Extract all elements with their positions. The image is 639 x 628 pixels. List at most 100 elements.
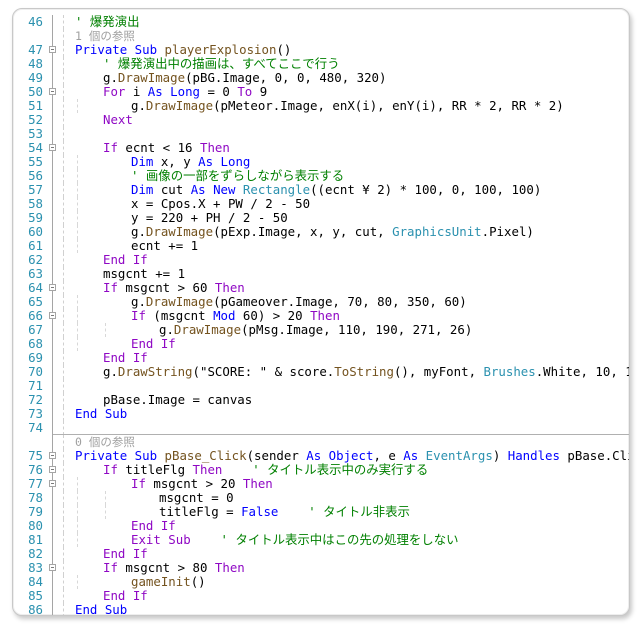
code-text: g.DrawImage(pBG.Image, 0, 0, 480, 320) <box>103 71 386 85</box>
fold-guide-line <box>52 29 53 43</box>
code-token: i <box>125 84 148 99</box>
code-line: 78 msgcnt = 0 <box>13 491 629 505</box>
gutter-margin-divider <box>63 575 64 589</box>
gutter-margin-divider <box>63 421 64 435</box>
codelens-reference-count[interactable]: 1 個の参照 <box>13 29 629 43</box>
type-name-token: Brushes <box>483 364 536 379</box>
code-line: 75 Private Sub pBase_Click(sender As Obje… <box>13 449 629 463</box>
codelens-text[interactable]: 0 個の参照 <box>75 435 135 449</box>
fold-guide-line <box>52 225 53 239</box>
code-line: 76 If titleFlg Then ' タイトル表示中のみ実行する <box>13 463 629 477</box>
indent-guide <box>77 225 78 239</box>
function-name-token: DrawImage <box>145 98 214 113</box>
line-number: 61 <box>28 238 43 253</box>
code-text: For i As Long = 0 To 9 <box>103 85 267 99</box>
control-keyword-token: Next <box>103 112 133 127</box>
collapse-toggle-icon[interactable] <box>49 88 56 95</box>
collapse-toggle-icon[interactable] <box>49 452 56 459</box>
gutter-margin-divider <box>63 309 64 323</box>
line-number: 58 <box>28 196 43 211</box>
collapse-toggle-icon[interactable] <box>49 480 56 487</box>
indent-guide <box>105 505 106 519</box>
code-line: 74 <box>13 421 629 435</box>
control-keyword-token: Then <box>192 462 223 477</box>
code-line: 51 g.DrawImage(pMeteor.Image, enX(i), enY… <box>13 99 629 113</box>
indent-guide <box>77 155 78 169</box>
collapse-toggle-icon[interactable] <box>49 564 56 571</box>
fold-guide-line <box>52 407 53 421</box>
indent-guide <box>77 477 78 491</box>
code-line: 46 ' 爆発演出 <box>13 15 629 29</box>
control-keyword-token: End If <box>103 546 148 561</box>
fold-guide-line <box>52 267 53 281</box>
code-token: (pExp.Image, x, y, cut, <box>213 224 393 239</box>
fold-guide-line <box>52 323 53 337</box>
code-text: End If <box>131 519 176 533</box>
code-token: (pGameover.Image, 70, 80, 350, 60) <box>213 294 467 309</box>
code-text: ' 爆発演出 <box>75 15 139 29</box>
collapse-toggle-icon[interactable] <box>49 312 56 319</box>
code-text: End If <box>131 337 176 351</box>
function-name-token: playerExplosion <box>164 42 277 57</box>
collapse-toggle-icon[interactable] <box>49 284 56 291</box>
collapse-toggle-icon[interactable] <box>49 144 56 151</box>
line-number: 82 <box>28 546 43 561</box>
fold-guide-line <box>52 113 53 127</box>
code-text: msgcnt += 1 <box>103 267 185 281</box>
collapse-toggle-icon[interactable] <box>49 46 56 53</box>
control-keyword-token: For <box>103 84 126 99</box>
gutter-margin-divider <box>63 379 64 393</box>
gutter-margin-divider <box>63 365 64 379</box>
code-line: 73 End Sub <box>13 407 629 421</box>
fold-guide-line <box>52 603 53 615</box>
code-token: msgcnt > 20 <box>145 476 243 491</box>
codelens-reference-count[interactable]: 0 個の参照 <box>13 435 629 449</box>
code-token: titleFlg <box>117 462 193 477</box>
code-token: msgcnt = 0 <box>159 490 234 505</box>
indent-guide <box>77 519 78 533</box>
indent-guide <box>77 323 78 337</box>
keyword-token: Private Sub <box>75 42 165 57</box>
fold-guide-line <box>52 127 53 141</box>
line-number: 71 <box>28 378 43 393</box>
code-text: If ecnt < 16 Then <box>103 141 230 155</box>
code-text: If msgcnt > 60 Then <box>103 281 245 295</box>
gutter-margin-divider <box>63 337 64 351</box>
code-token: .White, 10, 10) <box>535 364 629 379</box>
code-line: 80 End If <box>13 519 629 533</box>
keyword-token: As New <box>190 182 243 197</box>
code-token: msgcnt > 60 <box>117 280 215 295</box>
code-text: x = Cpos.X + PW / 2 - 50 <box>131 197 310 211</box>
collapse-toggle-icon[interactable] <box>49 466 56 473</box>
gutter-margin-divider <box>63 99 64 113</box>
control-keyword-token: End If <box>131 518 176 533</box>
code-token: g. <box>131 224 146 239</box>
code-line: 58 x = Cpos.X + PW / 2 - 50 <box>13 197 629 211</box>
code-editor[interactable]: 46 ' 爆発演出 1 個の参照 47 Private Sub playerExplos… <box>13 15 629 615</box>
indent-guide <box>77 197 78 211</box>
line-number: 53 <box>28 126 43 141</box>
code-text: End If <box>103 547 148 561</box>
fold-guide-line <box>52 421 53 435</box>
line-number: 80 <box>28 518 43 533</box>
code-text: If (msgcnt Mod 60) > 20 Then <box>131 309 340 323</box>
codelens-text[interactable]: 1 個の参照 <box>75 29 135 43</box>
function-name-token: DrawImage <box>145 294 214 309</box>
fold-guide-line <box>52 365 53 379</box>
code-text: If titleFlg Then ' タイトル表示中のみ実行する <box>103 463 428 477</box>
code-line: 83 If msgcnt > 80 Then <box>13 561 629 575</box>
code-line: 63 msgcnt += 1 <box>13 267 629 281</box>
gutter-margin-divider <box>63 533 64 547</box>
code-token: () <box>190 574 206 589</box>
line-number: 84 <box>28 574 43 589</box>
keyword-token: As Long <box>198 154 251 169</box>
fold-guide-line <box>52 253 53 267</box>
gutter-margin-divider <box>63 449 64 463</box>
code-text: Private Sub playerExplosion() <box>75 43 291 57</box>
fold-guide-line <box>52 547 53 561</box>
gutter-margin-divider <box>63 253 64 267</box>
function-name-token: gameInit <box>131 574 191 589</box>
line-number: 65 <box>28 294 43 309</box>
code-line: 66 If (msgcnt Mod 60) > 20 Then <box>13 309 629 323</box>
